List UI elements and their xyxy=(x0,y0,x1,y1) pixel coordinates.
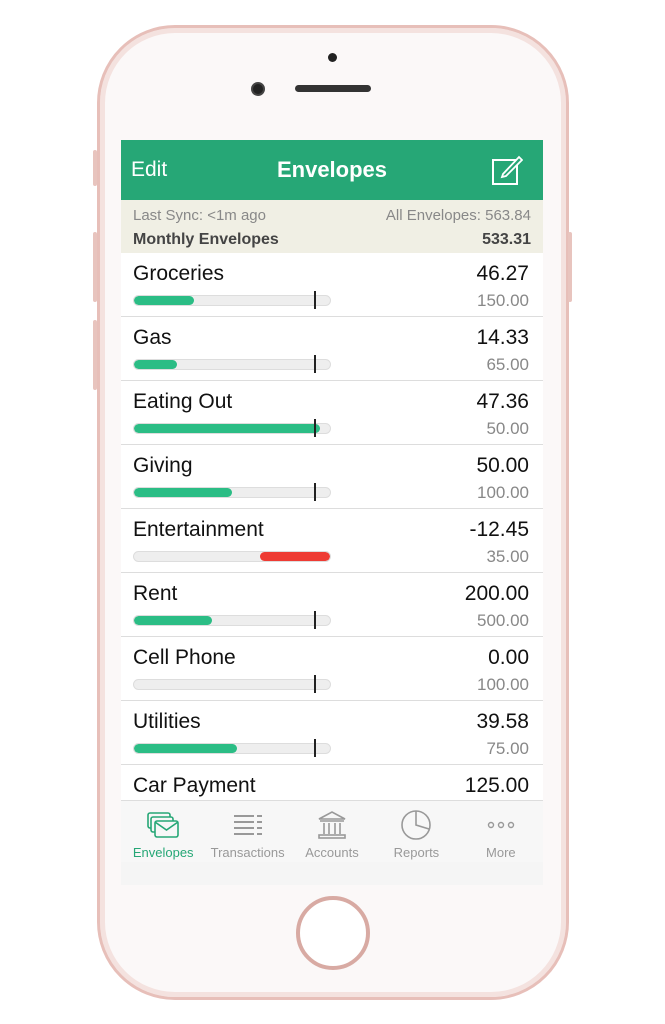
mute-switch xyxy=(93,150,97,186)
pie-chart-icon xyxy=(374,809,458,841)
tab-label: Accounts xyxy=(305,845,359,860)
bottom-strip xyxy=(121,862,543,885)
progress-bar xyxy=(133,615,331,626)
envelope-budget: 35.00 xyxy=(486,547,529,566)
progress-fill xyxy=(134,488,232,497)
envelope-amount: 47.36 xyxy=(476,390,529,413)
progress-bar xyxy=(133,487,331,498)
earpiece xyxy=(295,85,371,92)
envelope-name: Gas xyxy=(133,326,172,349)
envelope-name: Groceries xyxy=(133,262,225,285)
envelope-name: Giving xyxy=(133,454,193,477)
front-camera xyxy=(251,82,265,96)
list-icon xyxy=(205,809,289,841)
volume-down-button xyxy=(93,320,97,390)
progress-fill xyxy=(260,552,330,561)
envelope-row[interactable]: Eating Out 47.36 50.00 xyxy=(121,381,543,445)
group-total: 533.31 xyxy=(482,231,531,248)
envelope-amount: 200.00 xyxy=(464,582,529,605)
tab-label: Reports xyxy=(393,845,440,860)
period-marker xyxy=(314,675,316,693)
envelope-amount: -12.45 xyxy=(469,518,529,541)
volume-up-button xyxy=(93,232,97,302)
group-name: Monthly Envelopes xyxy=(133,231,279,248)
envelope-name: Cell Phone xyxy=(133,646,236,669)
envelope-name: Entertainment xyxy=(133,518,264,541)
nav-bar: Edit Envelopes xyxy=(121,140,543,200)
progress-fill xyxy=(134,360,178,369)
progress-bar xyxy=(133,295,331,306)
period-marker xyxy=(314,419,316,437)
envelope-amount: 46.27 xyxy=(476,262,529,285)
tab-bar: Envelopes Transactions Accounts Reports More xyxy=(121,800,543,862)
envelope-budget: 75.00 xyxy=(486,739,529,758)
envelope-row[interactable]: Giving 50.00 100.00 xyxy=(121,445,543,509)
home-button[interactable] xyxy=(296,896,370,970)
envelope-budget: 65.00 xyxy=(486,355,529,374)
envelope-name: Rent xyxy=(133,582,178,605)
page-title: Envelopes xyxy=(276,157,388,182)
tab-label: Transactions xyxy=(210,845,285,860)
envelope-row[interactable]: Car Payment 125.00 xyxy=(121,765,543,800)
all-envelopes-total: All Envelopes: 563.84 xyxy=(385,207,531,224)
power-button xyxy=(568,232,572,302)
progress-bar xyxy=(133,679,331,690)
envelope-row[interactable]: Groceries 46.27 150.00 xyxy=(121,253,543,317)
envelope-row[interactable]: Utilities 39.58 75.00 xyxy=(121,701,543,765)
tab-accounts[interactable]: Accounts xyxy=(290,801,374,862)
envelope-row[interactable]: Rent 200.00 500.00 xyxy=(121,573,543,637)
tab-transactions[interactable]: Transactions xyxy=(205,801,289,862)
tab-label: Envelopes xyxy=(132,845,194,860)
more-icon xyxy=(459,809,543,841)
tab-envelopes[interactable]: Envelopes xyxy=(121,801,205,862)
envelope-row[interactable]: Cell Phone 0.00 100.00 xyxy=(121,637,543,701)
tab-label: More xyxy=(486,845,516,860)
tab-more[interactable]: More xyxy=(459,801,543,862)
progress-fill xyxy=(134,296,195,305)
last-sync: Last Sync: <1m ago xyxy=(133,207,266,224)
envelope-row[interactable]: Gas 14.33 65.00 xyxy=(121,317,543,381)
envelope-amount: 125.00 xyxy=(464,774,529,797)
progress-fill xyxy=(134,744,238,753)
envelope-name: Car Payment xyxy=(133,774,256,797)
envelope-amount: 14.33 xyxy=(476,326,529,349)
envelope-budget: 500.00 xyxy=(477,611,529,630)
envelope-budget: 50.00 xyxy=(486,419,529,438)
envelope-name: Utilities xyxy=(133,710,201,733)
tab-reports[interactable]: Reports xyxy=(374,801,458,862)
sensor xyxy=(328,53,337,62)
compose-icon[interactable] xyxy=(491,154,523,186)
envelope-amount: 50.00 xyxy=(476,454,529,477)
progress-bar xyxy=(133,551,331,562)
period-marker xyxy=(314,611,316,629)
period-marker xyxy=(314,291,316,309)
progress-fill xyxy=(134,616,213,625)
period-marker xyxy=(314,739,316,757)
envelope-row[interactable]: Entertainment -12.45 35.00 xyxy=(121,509,543,573)
envelope-budget: 100.00 xyxy=(477,483,529,502)
envelope-amount: 39.58 xyxy=(476,710,529,733)
progress-bar xyxy=(133,743,331,754)
progress-bar xyxy=(133,359,331,370)
envelope-name: Eating Out xyxy=(133,390,233,413)
bank-icon xyxy=(290,809,374,841)
envelope-list: Groceries 46.27 150.00 Gas 14.33 65.00 Eat… xyxy=(121,253,543,800)
envelope-budget: 100.00 xyxy=(477,675,529,694)
envelope-budget: 150.00 xyxy=(477,291,529,310)
progress-fill xyxy=(134,424,320,433)
app-screen: Edit Envelopes Last Sync: <1m ago All En… xyxy=(121,140,543,885)
summary-header: Last Sync: <1m ago All Envelopes: 563.84… xyxy=(121,200,543,253)
progress-bar xyxy=(133,423,331,434)
envelope-amount: 0.00 xyxy=(488,646,529,669)
period-marker xyxy=(314,483,316,501)
envelopes-icon xyxy=(121,809,205,841)
period-marker xyxy=(314,355,316,373)
